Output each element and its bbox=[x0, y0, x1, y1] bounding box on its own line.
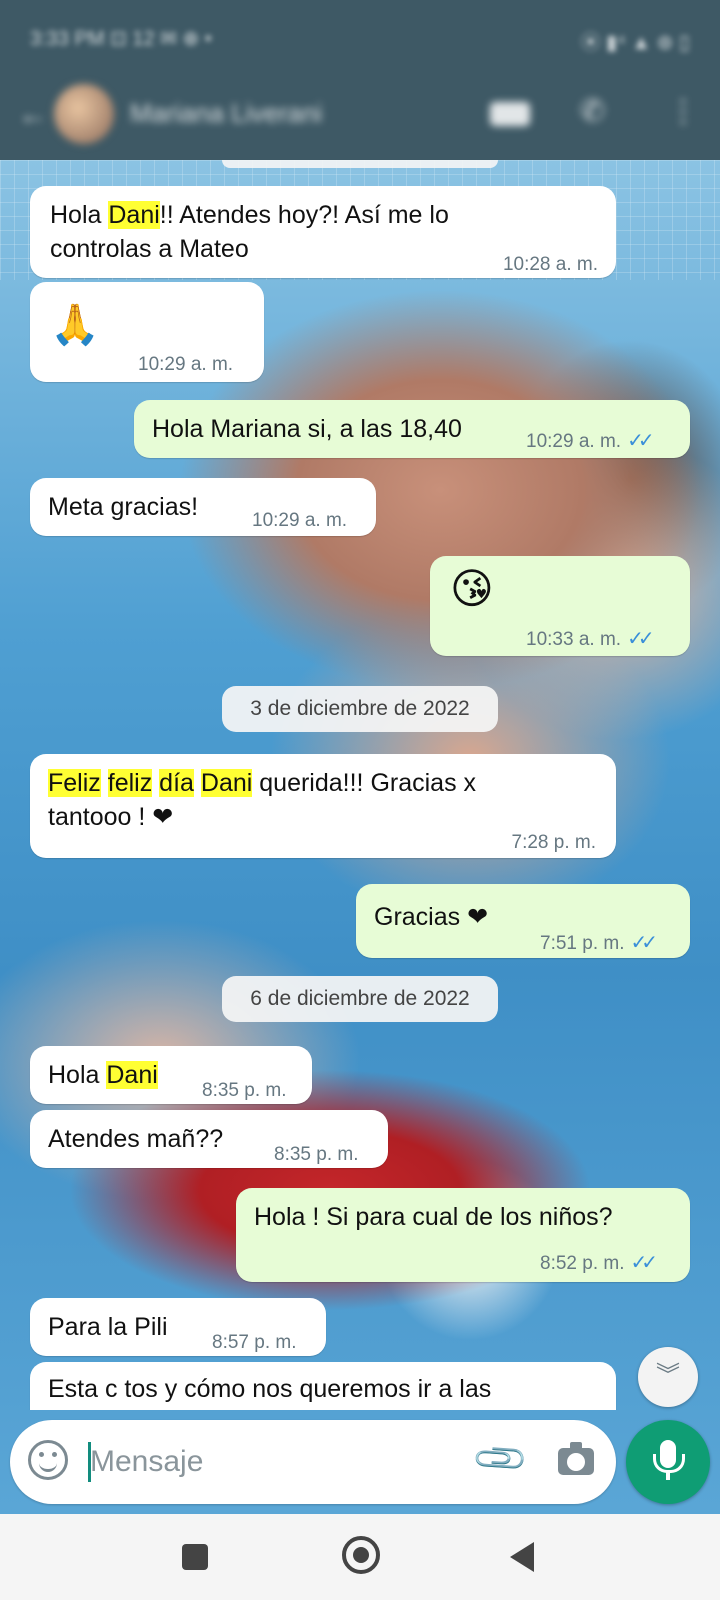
highlighted-text: Dani bbox=[108, 201, 160, 229]
message-time: 8:35 p. m. bbox=[274, 1144, 359, 1165]
date-chip: 6 de diciembre de 2022 bbox=[222, 976, 498, 1022]
read-ticks-icon: ✓✓ bbox=[627, 628, 654, 650]
phone-icon[interactable]: ✆ bbox=[580, 94, 605, 129]
message-time: 10:33 a. m. ✓✓ bbox=[526, 622, 654, 657]
date-chip: 3 de diciembre de 2022 bbox=[222, 686, 498, 732]
message-text: Gracias ❤ bbox=[374, 903, 489, 931]
message-text: Hola ! Si para cual de los niños? bbox=[254, 1203, 613, 1231]
double-chevron-down-icon: ︾ bbox=[656, 1362, 680, 1389]
pray-emoji-icon: 🙏 bbox=[50, 302, 100, 348]
camera-icon[interactable] bbox=[558, 1442, 594, 1475]
text-segment bbox=[101, 769, 108, 797]
message-text: Esta c tos y cómo nos queremos ir a las bbox=[48, 1375, 492, 1403]
contact-name[interactable]: Mariana Liverani bbox=[130, 98, 322, 129]
message-time: 7:28 p. m. bbox=[511, 832, 597, 853]
paperclip-icon[interactable]: 📎 bbox=[470, 1428, 531, 1489]
outgoing-message[interactable]: Hola ! Si para cual de los niños? 8:52 p… bbox=[236, 1188, 690, 1282]
message-time: 10:29 a. m. bbox=[252, 510, 348, 531]
incoming-message[interactable]: Hola Dani 8:35 p. m. bbox=[30, 1046, 312, 1104]
message-time-value: 7:51 p. m. bbox=[540, 933, 625, 954]
highlighted-text: día bbox=[159, 769, 194, 797]
kiss-emoji-icon: 😘 bbox=[450, 564, 494, 613]
incoming-message[interactable]: Atendes mañ?? 8:35 p. m. bbox=[30, 1110, 388, 1168]
back-triangle-icon[interactable] bbox=[510, 1542, 534, 1572]
menu-icon[interactable]: ⋮ bbox=[668, 94, 698, 129]
outgoing-message[interactable]: Gracias ❤ 7:51 p. m. ✓✓ bbox=[356, 884, 690, 958]
text-segment: tantooo ! ❤ bbox=[48, 803, 174, 831]
message-time: 8:57 p. m. bbox=[212, 1332, 297, 1353]
chat-header: 3:33 PM ⊡ 12 ✉ ⊕ • ⦿ ▮⁴ ▲ ⊛ ▯ ← Mariana … bbox=[0, 0, 720, 160]
message-text: Feliz feliz día Dani querida!!! Gracias … bbox=[48, 766, 476, 834]
message-input[interactable] bbox=[90, 1434, 450, 1490]
app-bar: ← Mariana Liverani ✆ ⋮ bbox=[0, 80, 720, 150]
message-time: 10:28 a. m. bbox=[502, 254, 598, 275]
date-chip-partial bbox=[222, 160, 498, 168]
text-segment: !! Atendes hoy?! Así me lo bbox=[159, 201, 449, 229]
message-time: 8:35 p. m. bbox=[202, 1080, 287, 1101]
scroll-to-bottom-button[interactable]: ︾ bbox=[638, 1347, 698, 1407]
status-bar-left: 3:33 PM ⊡ 12 ✉ ⊕ • bbox=[30, 28, 212, 50]
incoming-message[interactable]: Feliz feliz día Dani querida!!! Gracias … bbox=[30, 754, 616, 858]
read-ticks-icon: ✓✓ bbox=[627, 430, 654, 452]
microphone-icon bbox=[653, 1440, 685, 1473]
message-time-value: 10:33 a. m. bbox=[526, 629, 622, 650]
back-arrow-icon[interactable]: ← bbox=[18, 98, 48, 132]
read-ticks-icon: ✓✓ bbox=[630, 1252, 658, 1274]
highlighted-text: Feliz bbox=[48, 769, 101, 797]
recents-icon[interactable] bbox=[182, 1544, 208, 1570]
text-segment: controlas a Mateo bbox=[50, 235, 249, 263]
video-call-icon[interactable] bbox=[490, 102, 530, 126]
text-segment: Hola bbox=[50, 201, 109, 229]
outgoing-message[interactable]: Hola Mariana si, a las 18,40 10:29 a. m.… bbox=[134, 400, 690, 458]
text-segment: querida!!! Gracias x bbox=[252, 769, 477, 797]
message-composer: 📎 bbox=[10, 1420, 616, 1504]
highlighted-text: Dani bbox=[106, 1061, 158, 1089]
message-time: 8:52 p. m. ✓✓ bbox=[540, 1246, 658, 1281]
message-time: 7:51 p. m. ✓✓ bbox=[540, 926, 658, 961]
message-text: Hola Dani bbox=[48, 1058, 158, 1092]
read-ticks-icon: ✓✓ bbox=[630, 932, 658, 954]
message-time-value: 10:29 a. m. bbox=[526, 431, 622, 452]
message-text: Para la Pili bbox=[48, 1313, 168, 1341]
microphone-stand bbox=[666, 1470, 670, 1480]
incoming-message[interactable]: Esta c tos y cómo nos queremos ir a las bbox=[30, 1362, 616, 1410]
status-bar-right: ⦿ ▮⁴ ▲ ⊛ ▯ bbox=[580, 32, 690, 54]
outgoing-message[interactable]: 😘 10:33 a. m. ✓✓ bbox=[430, 556, 690, 656]
message-list[interactable]: Hola Dani!! Atendes hoy?! Así me lo cont… bbox=[0, 160, 720, 1410]
home-icon[interactable] bbox=[342, 1536, 380, 1574]
message-time: 10:29 a. m. bbox=[138, 354, 234, 375]
text-segment: Hola bbox=[48, 1061, 107, 1089]
message-text: Hola Mariana si, a las 18,40 bbox=[152, 415, 462, 443]
emoji-icon[interactable] bbox=[28, 1440, 68, 1480]
text-segment bbox=[194, 769, 201, 797]
message-time-value: 8:52 p. m. bbox=[540, 1253, 625, 1274]
message-text: Atendes mañ?? bbox=[48, 1125, 224, 1153]
highlighted-text: feliz bbox=[107, 769, 153, 797]
message-text: Meta gracias! bbox=[48, 493, 199, 521]
incoming-message[interactable]: 🙏 10:29 a. m. bbox=[30, 282, 264, 382]
message-text: Hola Dani!! Atendes hoy?! Así me lo cont… bbox=[50, 198, 449, 266]
status-bar: 3:33 PM ⊡ 12 ✉ ⊕ • ⦿ ▮⁴ ▲ ⊛ ▯ bbox=[30, 26, 690, 54]
incoming-message[interactable]: Hola Dani!! Atendes hoy?! Así me lo cont… bbox=[30, 186, 616, 278]
incoming-message[interactable]: Meta gracias! 10:29 a. m. bbox=[30, 478, 376, 536]
highlighted-text: Dani bbox=[200, 769, 253, 797]
voice-message-button[interactable] bbox=[626, 1420, 710, 1504]
message-time: 10:29 a. m. ✓✓ bbox=[526, 424, 654, 459]
incoming-message[interactable]: Para la Pili 8:57 p. m. bbox=[30, 1298, 326, 1356]
contact-avatar[interactable] bbox=[54, 84, 114, 144]
system-navigation-bar bbox=[0, 1514, 720, 1600]
